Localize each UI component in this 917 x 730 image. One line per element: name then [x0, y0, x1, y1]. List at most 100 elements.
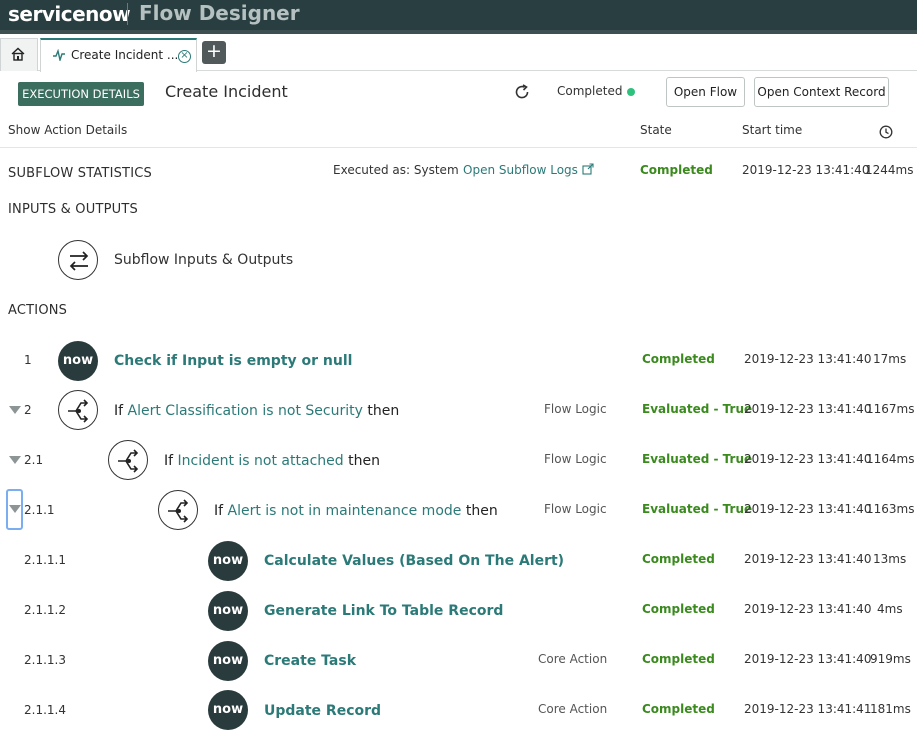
collapse-caret-icon[interactable]: [9, 505, 21, 513]
tab-bar: Create Incident ... × +: [0, 34, 917, 72]
row-start-time: 2019-12-23 13:41:40: [744, 552, 872, 566]
subflow-start-time: 2019-12-23 13:41:40: [742, 163, 870, 177]
row-duration: 1164ms: [866, 452, 915, 466]
top-banner: servicenow Flow Designer: [0, 0, 917, 34]
subflow-inputs-outputs-link[interactable]: Subflow Inputs & Outputs: [114, 252, 293, 268]
flow-logic-branch-icon: [58, 390, 98, 430]
inputs-outputs-icon: [58, 240, 98, 280]
row-state: Evaluated - True: [642, 502, 753, 516]
open-context-record-button[interactable]: Open Context Record: [754, 77, 889, 107]
external-link-icon: [582, 163, 594, 175]
row-type: Flow Logic: [544, 452, 607, 466]
now-action-icon: now: [208, 541, 248, 581]
row-start-time: 2019-12-23 13:41:40: [744, 502, 872, 516]
row-state: Completed: [642, 602, 715, 616]
now-action-icon: now: [58, 341, 98, 381]
action-name-link[interactable]: Generate Link To Table Record: [264, 603, 503, 619]
row-duration: 181ms: [870, 702, 911, 716]
row-duration: 17ms: [873, 352, 907, 366]
state-column-header: State: [640, 123, 672, 137]
condition-link[interactable]: Incident is not attached: [178, 453, 344, 469]
now-action-icon: now: [208, 641, 248, 681]
execution-details-badge: EXECUTION DETAILS: [18, 82, 144, 106]
column-header: Show Action Details State Start time: [0, 114, 917, 148]
actions-title: ACTIONS: [8, 303, 68, 318]
row-duration: 13ms: [873, 552, 907, 566]
action-name-link[interactable]: Create Task: [264, 653, 356, 669]
row-duration: 919ms: [870, 652, 911, 666]
row-number: 2.1.1: [24, 503, 55, 517]
flow-activity-icon: [53, 49, 65, 61]
row-number: 2.1.1.2: [24, 603, 66, 617]
row-state: Completed: [642, 552, 715, 566]
row-number: 2.1.1.1: [24, 553, 66, 567]
row-start-time: 2019-12-23 13:41:40: [744, 652, 872, 666]
then-keyword: then: [348, 453, 380, 469]
servicenow-logo: servicenow: [8, 2, 131, 26]
if-keyword: If: [114, 403, 124, 419]
row-state: Completed: [642, 352, 715, 366]
row-state: Completed: [642, 702, 715, 716]
row-title: Check if Input is empty or null: [114, 353, 352, 369]
row-title: If Alert Classification is not Security …: [114, 403, 399, 419]
status-indicator: [627, 88, 635, 96]
inputs-outputs-title: INPUTS & OUTPUTS: [8, 202, 138, 217]
home-icon: [11, 47, 25, 61]
subflow-state: Completed: [640, 163, 713, 177]
row-duration: 1163ms: [866, 502, 915, 516]
clock-icon: [879, 125, 893, 139]
row-number: 2.1.1.3: [24, 653, 66, 667]
executed-as: Executed as: System: [333, 163, 459, 177]
row-state: Evaluated - True: [642, 452, 753, 466]
refresh-icon[interactable]: [513, 83, 531, 101]
open-flow-button[interactable]: Open Flow: [666, 77, 745, 107]
add-tab-button[interactable]: +: [202, 41, 226, 64]
collapse-caret-icon[interactable]: [9, 456, 21, 464]
start-time-column-header: Start time: [742, 123, 803, 137]
action-name-link[interactable]: Check if Input is empty or null: [114, 353, 352, 369]
row-title: Update Record: [264, 703, 381, 719]
condition-link[interactable]: Alert Classification is not Security: [128, 403, 363, 419]
home-tab[interactable]: [0, 38, 38, 71]
now-action-icon: now: [208, 591, 248, 631]
row-state: Evaluated - True: [642, 402, 753, 416]
show-action-details-toggle[interactable]: Show Action Details: [8, 123, 127, 137]
row-start-time: 2019-12-23 13:41:40: [744, 352, 872, 366]
row-number: 2: [24, 403, 32, 417]
open-subflow-logs-label: Open Subflow Logs: [463, 163, 578, 177]
row-start-time: 2019-12-23 13:41:40: [744, 452, 872, 466]
row-type: Flow Logic: [544, 502, 607, 516]
row-type: Flow Logic: [544, 402, 607, 416]
row-duration: 4ms: [877, 602, 903, 616]
if-keyword: If: [164, 453, 174, 469]
row-type: Core Action: [538, 652, 608, 666]
row-number: 1: [24, 353, 32, 367]
if-keyword: If: [214, 503, 224, 519]
tab-label: Create Incident ...: [71, 48, 179, 62]
collapse-caret-icon[interactable]: [9, 406, 21, 414]
focused-caret-box[interactable]: [6, 489, 23, 530]
tab-create-incident[interactable]: Create Incident ... ×: [40, 38, 197, 72]
action-name-link[interactable]: Calculate Values (Based On The Alert): [264, 553, 564, 569]
subflow-statistics-title: SUBFLOW STATISTICS: [8, 166, 152, 181]
row-title: If Incident is not attached then: [164, 453, 380, 469]
action-name-link[interactable]: Update Record: [264, 703, 381, 719]
row-state: Completed: [642, 652, 715, 666]
row-title: Generate Link To Table Record: [264, 603, 503, 619]
then-keyword: then: [465, 503, 498, 519]
subflow-duration: 1244ms: [865, 163, 914, 177]
flow-logic-branch-icon: [158, 490, 198, 530]
flow-logic-branch-icon: [108, 440, 148, 480]
close-tab-icon[interactable]: ×: [178, 50, 191, 63]
banner-divider: [127, 3, 128, 25]
open-subflow-logs-link[interactable]: Open Subflow Logs: [463, 163, 594, 177]
row-number: 2.1.1.4: [24, 703, 66, 717]
row-start-time: 2019-12-23 13:41:40: [744, 602, 872, 616]
row-title: Calculate Values (Based On The Alert): [264, 553, 564, 569]
row-title: If Alert is not in maintenance mode then: [214, 503, 498, 519]
row-number: 2.1: [24, 453, 44, 467]
row-start-time: 2019-12-23 13:41:40: [744, 402, 872, 416]
condition-link[interactable]: Alert is not in maintenance mode: [228, 503, 462, 519]
row-duration: 1167ms: [866, 402, 915, 416]
app-title: Flow Designer: [139, 1, 300, 25]
